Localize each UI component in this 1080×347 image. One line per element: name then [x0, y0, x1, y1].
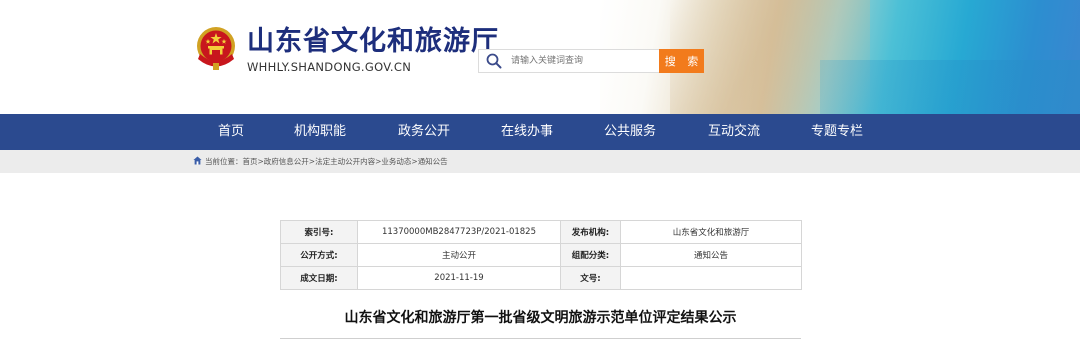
breadcrumb-item-statutory[interactable]: 法定主动公开内容 — [315, 157, 375, 166]
date-value: 2021-11-19 — [357, 266, 561, 290]
document-info-table: 索引号: 11370000MB2847723P/2021-01825 发布机构:… — [280, 220, 802, 290]
breadcrumb: 当前位置：首页>政府信息公开>法定主动公开内容>业务动态>通知公告 — [193, 150, 448, 173]
breadcrumb-item-gov-info[interactable]: 政府信息公开 — [264, 157, 309, 166]
main-nav: 首页 机构职能 政务公开 在线办事 公共服务 互动交流 专题专栏 — [0, 114, 1080, 150]
disclosure-method-value: 主动公开 — [357, 243, 561, 267]
category-value: 通知公告 — [620, 243, 802, 267]
nav-item-public-services[interactable]: 公共服务 — [604, 114, 656, 150]
nav-item-home[interactable]: 首页 — [218, 114, 244, 150]
category-label: 组配分类: — [560, 243, 621, 267]
search-box — [478, 49, 660, 73]
table-row: 成文日期: 2021-11-19 文号: — [280, 266, 802, 290]
breadcrumb-item-notices[interactable]: 通知公告 — [418, 157, 448, 166]
nav-item-interaction[interactable]: 互动交流 — [708, 114, 760, 150]
search-button[interactable]: 搜 索 — [659, 49, 704, 73]
breadcrumb-item-business-news[interactable]: 业务动态 — [381, 157, 411, 166]
date-label: 成文日期: — [280, 266, 358, 290]
publisher-label: 发布机构: — [560, 220, 621, 244]
disclosure-method-label: 公开方式: — [280, 243, 358, 267]
publisher-value: 山东省文化和旅游厅 — [620, 220, 802, 244]
article-title: 山东省文化和旅游厅第一批省级文明旅游示范单位评定结果公示 — [344, 310, 737, 326]
table-row: 公开方式: 主动公开 组配分类: 通知公告 — [280, 243, 802, 267]
site-header: 山东省文化和旅游厅 WHHLY.SHANDONG.GOV.CN 搜 索 — [0, 0, 1080, 114]
document-number-label: 文号: — [560, 266, 621, 290]
site-url: WHHLY.SHANDONG.GOV.CN — [247, 60, 412, 74]
nav-item-government-affairs[interactable]: 政务公开 — [398, 114, 450, 150]
title-divider — [280, 338, 801, 339]
nav-item-online-services[interactable]: 在线办事 — [501, 114, 553, 150]
index-number-label: 索引号: — [280, 220, 358, 244]
site-title: 山东省文化和旅游厅 — [247, 26, 499, 57]
document-number-value — [620, 266, 802, 290]
breadcrumb-item-home[interactable]: 首页 — [243, 157, 258, 166]
nav-item-special-topics[interactable]: 专题专栏 — [811, 114, 863, 150]
national-emblem-icon — [197, 27, 235, 70]
search-icon — [486, 53, 502, 69]
nav-item-organization[interactable]: 机构职能 — [294, 114, 346, 150]
breadcrumb-bar: 当前位置：首页>政府信息公开>法定主动公开内容>业务动态>通知公告 — [0, 150, 1080, 173]
index-number-value: 11370000MB2847723P/2021-01825 — [357, 220, 561, 244]
location-icon — [193, 156, 202, 165]
breadcrumb-prefix: 当前位置： — [205, 157, 243, 166]
search-input[interactable] — [511, 52, 653, 70]
table-row: 索引号: 11370000MB2847723P/2021-01825 发布机构:… — [280, 220, 802, 244]
